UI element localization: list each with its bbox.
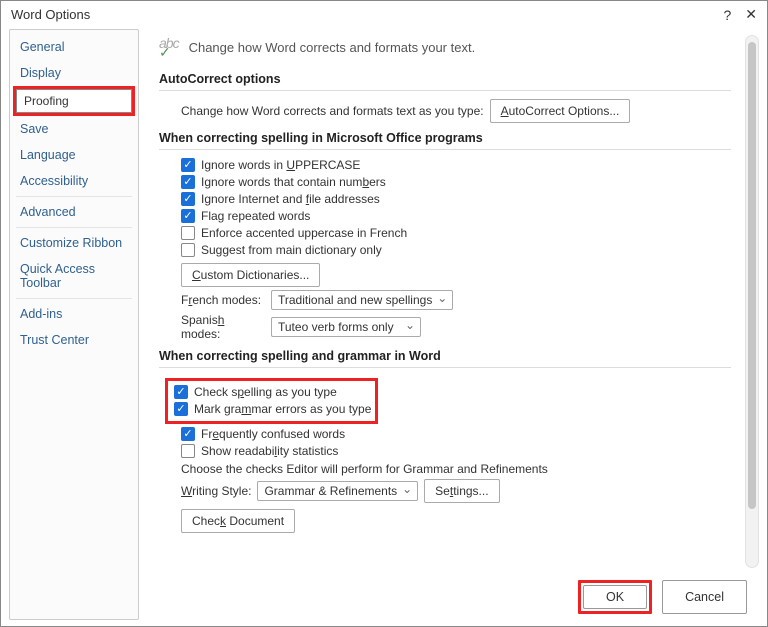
writing-style-label: Writing Style: [181,484,251,498]
sidebar-item-addins[interactable]: Add-ins [10,301,138,327]
sidebar-item-proofing[interactable]: Proofing [16,89,132,113]
choose-checks-text: Choose the checks Editor will perform fo… [181,462,548,476]
label-freq-confused: Frequently confused words [201,427,345,441]
sidebar-item-qat[interactable]: Quick Access Toolbar [10,256,138,296]
custom-dictionaries-button[interactable]: Custom Dictionaries... [181,263,320,287]
checkbox-ignore-uppercase[interactable]: ✓ [181,158,195,172]
cancel-button[interactable]: Cancel [662,580,747,614]
check-document-button[interactable]: Check Document [181,509,295,533]
writing-style-select[interactable]: Grammar & Refinements [257,481,418,501]
autocorrect-desc: Change how Word corrects and formats tex… [181,104,484,118]
sidebar-item-general[interactable]: General [10,34,138,60]
close-icon[interactable]: ✕ [745,6,757,23]
sidebar-item-customize-ribbon[interactable]: Customize Ribbon [10,230,138,256]
checkbox-flag-repeated[interactable]: ✓ [181,209,195,223]
checkbox-ignore-numbers[interactable]: ✓ [181,175,195,189]
label-check-spelling: Check spelling as you type [194,385,337,399]
checkbox-ignore-internet[interactable]: ✓ [181,192,195,206]
content-area: abc✓ Change how Word corrects and format… [145,27,767,626]
sidebar-item-advanced[interactable]: Advanced [10,199,138,225]
help-icon[interactable]: ? [723,7,731,23]
word-options-dialog: Word Options ? ✕ General Display Proofin… [0,0,768,627]
settings-button[interactable]: Settings... [424,479,499,503]
checkbox-readability[interactable] [181,444,195,458]
sidebar-item-accessibility[interactable]: Accessibility [10,168,138,194]
sidebar-item-trust-center[interactable]: Trust Center [10,327,138,353]
checkbox-main-dictionary[interactable] [181,243,195,257]
label-french-accented: Enforce accented uppercase in French [201,226,407,240]
checkbox-mark-grammar[interactable]: ✓ [174,402,188,416]
checkbox-freq-confused[interactable]: ✓ [181,427,195,441]
section-office-title: When correcting spelling in Microsoft Of… [159,131,731,145]
vertical-scrollbar[interactable] [745,35,759,568]
sidebar-item-save[interactable]: Save [10,116,138,142]
sidebar: General Display Proofing Save Language A… [9,29,139,620]
french-modes-select[interactable]: Traditional and new spellings [271,290,453,310]
highlight-spelling-grammar: ✓ Check spelling as you type ✓ Mark gram… [165,378,378,424]
proofing-panel: abc✓ Change how Word corrects and format… [149,31,741,572]
label-readability: Show readability statistics [201,444,338,458]
titlebar: Word Options ? ✕ [1,1,767,27]
label-ignore-uppercase: Ignore words in UPPERCASE [201,158,360,172]
intro-text: Change how Word corrects and formats you… [189,40,476,55]
sidebar-item-display[interactable]: Display [10,60,138,86]
sidebar-item-language[interactable]: Language [10,142,138,168]
spanish-modes-select[interactable]: Tuteo verb forms only [271,317,421,337]
label-ignore-internet: Ignore Internet and file addresses [201,192,380,206]
label-flag-repeated: Flag repeated words [201,209,310,223]
window-title: Word Options [11,7,90,22]
proofing-icon: abc✓ [159,37,179,58]
label-ignore-numbers: Ignore words that contain numbers [201,175,386,189]
ok-button[interactable]: OK [583,585,647,609]
dialog-button-bar: OK Cancel [149,572,759,622]
section-autocorrect-title: AutoCorrect options [159,72,731,86]
spanish-modes-label: Spanish modes: [181,313,265,341]
label-mark-grammar: Mark grammar errors as you type [194,402,371,416]
checkbox-check-spelling[interactable]: ✓ [174,385,188,399]
french-modes-label: French modes: [181,293,265,307]
section-word-title: When correcting spelling and grammar in … [159,349,731,363]
highlight-ok: OK [578,580,652,614]
scrollbar-thumb[interactable] [748,42,756,509]
autocorrect-options-button[interactable]: AAutoCorrect Options...utoCorrect Option… [490,99,631,123]
checkbox-french-accented[interactable] [181,226,195,240]
label-main-dictionary: Suggest from main dictionary only [201,243,382,257]
